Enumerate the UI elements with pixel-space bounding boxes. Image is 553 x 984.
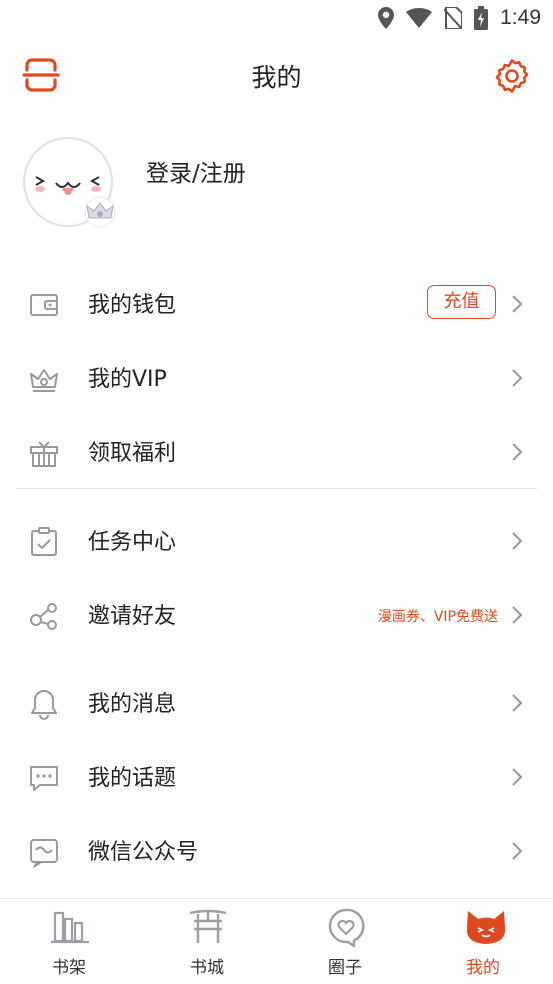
profile-section[interactable]: 登录/注册 — [22, 136, 522, 232]
chevron-right-icon — [510, 442, 524, 462]
bell-icon — [28, 688, 60, 720]
menu-item-messages[interactable]: 我的消息 — [0, 666, 553, 740]
recharge-button[interactable]: 充值 — [427, 285, 496, 319]
menu-item-tasks[interactable]: 任务中心 — [0, 504, 553, 578]
wifi-icon — [406, 8, 433, 28]
invite-promo-note: 漫画券、VIP免费送 — [377, 609, 498, 625]
gift-icon — [28, 437, 60, 469]
chat-icon — [28, 762, 60, 794]
bottom-tab-bar: 书架 书城 圈子 我的 — [0, 898, 553, 984]
status-time: 1:49 — [500, 6, 541, 29]
share-icon — [28, 600, 60, 632]
tab-label: 书城 — [190, 958, 224, 978]
clipboard-icon — [28, 526, 60, 558]
tab-bookshelf[interactable]: 书架 — [0, 899, 138, 984]
tab-label: 我的 — [466, 958, 500, 978]
wechat-icon — [28, 836, 60, 869]
menu-item-label: 邀请好友 — [88, 604, 177, 629]
menu-item-label: 领取福利 — [88, 441, 177, 466]
heart-chat-icon — [326, 907, 366, 949]
cat-icon — [464, 907, 506, 947]
tab-mine[interactable]: 我的 — [414, 899, 552, 984]
wallet-icon — [28, 289, 60, 321]
menu-item-label: 我的话题 — [88, 766, 177, 791]
menu-item-label: 任务中心 — [88, 530, 177, 555]
menu-item-label: 我的消息 — [88, 692, 177, 717]
menu-item-vip[interactable]: 我的VIP — [0, 341, 553, 415]
chevron-right-icon — [510, 841, 524, 861]
chevron-right-icon — [510, 693, 524, 713]
no-sim-icon — [444, 7, 463, 29]
chevron-right-icon — [510, 767, 524, 787]
menu-group-3: 我的消息 我的话题 微信公众号 — [0, 666, 553, 888]
chevron-right-icon — [510, 605, 524, 625]
login-register-link[interactable]: 登录/注册 — [146, 154, 246, 188]
crown-badge-icon — [84, 196, 116, 228]
divider — [16, 488, 537, 489]
avatar[interactable] — [22, 136, 116, 228]
chevron-right-icon — [510, 368, 524, 388]
menu-item-label: 我的VIP — [88, 367, 167, 392]
settings-gear-icon[interactable] — [494, 58, 530, 94]
bookshelf-icon — [50, 907, 90, 947]
battery-icon — [474, 6, 489, 30]
location-icon — [378, 7, 395, 29]
tab-bookstore[interactable]: 书城 — [138, 899, 276, 984]
chevron-right-icon — [510, 294, 524, 314]
gate-icon — [188, 907, 228, 947]
top-bar: 我的 — [0, 50, 553, 102]
tab-circle[interactable]: 圈子 — [276, 899, 414, 984]
menu-item-benefits[interactable]: 领取福利 — [0, 415, 553, 489]
menu-item-topics[interactable]: 我的话题 — [0, 740, 553, 814]
crown-icon — [28, 363, 60, 395]
menu-item-label: 我的钱包 — [88, 293, 177, 318]
menu-item-label: 微信公众号 — [88, 840, 199, 865]
page-title: 我的 — [251, 63, 302, 92]
menu-group-1: 我的钱包 充值 我的VIP 领取福利 — [0, 267, 553, 489]
menu-item-wechat[interactable]: 微信公众号 — [0, 814, 553, 888]
status-bar: 1:49 — [0, 0, 553, 38]
tab-label: 圈子 — [328, 958, 362, 978]
tab-label: 书架 — [52, 958, 86, 978]
menu-group-2: 任务中心 邀请好友 漫画券、VIP免费送 — [0, 504, 553, 652]
menu-item-wallet[interactable]: 我的钱包 充值 — [0, 267, 553, 341]
menu-item-invite[interactable]: 邀请好友 漫画券、VIP免费送 — [0, 578, 553, 652]
chevron-right-icon — [510, 531, 524, 551]
